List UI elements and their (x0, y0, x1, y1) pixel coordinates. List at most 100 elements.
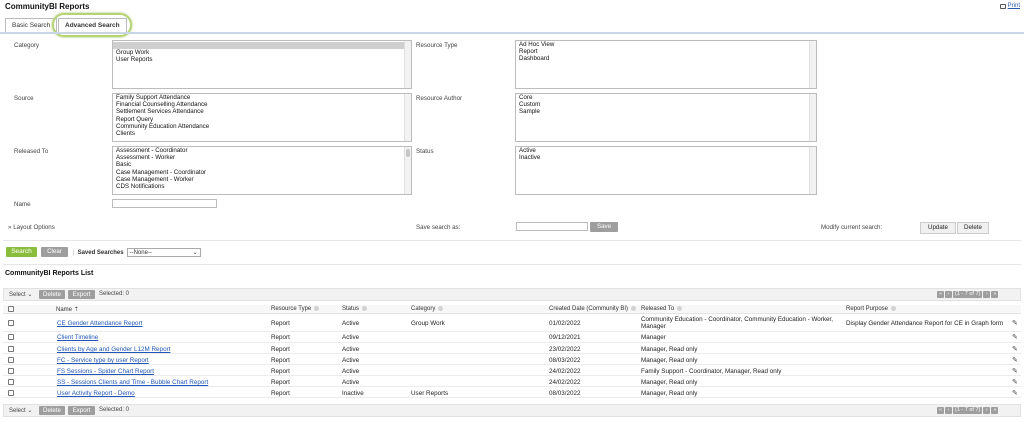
report-name-link[interactable]: FS Sessions - Spider Chart Report (57, 368, 154, 375)
update-button[interactable]: Update (920, 222, 956, 234)
scrollbar-thumb[interactable] (406, 149, 410, 157)
resource-type-option[interactable]: Ad Hoc View (516, 41, 816, 48)
category-option[interactable]: User Reports (113, 56, 411, 63)
report-name-link[interactable]: SS - Sessions Clients and Time - Bubble … (57, 379, 208, 386)
category-option[interactable]: Group Work (113, 49, 411, 56)
scrollbar[interactable] (809, 41, 816, 88)
resource-author-label: Resource Author (416, 95, 463, 102)
row-checkbox[interactable] (8, 346, 14, 352)
next-page-icon[interactable]: › (983, 291, 991, 298)
search-button[interactable]: Search (6, 247, 37, 257)
edit-pencil-icon[interactable]: ✎ (1012, 333, 1018, 341)
released-to-option[interactable]: Basic (113, 161, 411, 168)
saved-searches-label: Saved Searches (77, 249, 124, 256)
select-all-checkbox[interactable] (8, 306, 14, 312)
released-to-option[interactable]: Case Management - Coordinator (113, 169, 411, 176)
table-row[interactable] (3, 332, 1021, 343)
saved-searches-select[interactable]: --None-- ⌄ (126, 248, 201, 257)
select-dropdown[interactable]: Select ⌄ (9, 291, 32, 298)
export-button[interactable]: Export (68, 290, 95, 299)
prev-page-icon[interactable]: ‹ (945, 291, 952, 298)
col-released-to[interactable]: Released To (641, 306, 683, 312)
status-option[interactable]: Inactive (516, 154, 816, 161)
row-checkbox[interactable] (8, 368, 14, 374)
source-listbox[interactable]: Family Support Attendance Financial Coun… (112, 93, 412, 142)
cell-status: Inactive (342, 390, 364, 397)
row-checkbox[interactable] (8, 334, 14, 340)
row-checkbox[interactable] (8, 379, 14, 385)
table-row[interactable] (3, 365, 1021, 376)
report-name-link[interactable]: Client Timeline (57, 334, 98, 341)
first-page-icon[interactable]: « (937, 407, 944, 414)
source-option[interactable]: Report Query (113, 116, 411, 123)
sort-icon (438, 306, 444, 311)
scrollbar[interactable] (404, 41, 411, 88)
resource-author-option[interactable]: Sample (516, 108, 816, 115)
edit-pencil-icon[interactable]: ✎ (1012, 319, 1018, 327)
col-report-purpose[interactable]: Report Purpose (846, 306, 897, 312)
released-to-option[interactable]: Assessment - Coordinator (113, 147, 411, 154)
resource-author-listbox[interactable]: Core Custom Sample (515, 93, 817, 142)
source-option[interactable]: Settlement Services Attendance (113, 108, 411, 115)
first-page-icon[interactable]: « (937, 291, 944, 298)
row-checkbox[interactable] (8, 390, 14, 396)
delete-search-button[interactable]: Delete (957, 222, 989, 234)
resource-type-listbox[interactable]: Ad Hoc View Report Dashboard (515, 40, 817, 89)
export-button-bottom[interactable]: Export (68, 406, 95, 415)
released-to-option[interactable]: CDS Notifications (113, 183, 411, 190)
category-listbox[interactable]: Group Work User Reports (112, 40, 412, 89)
table-row[interactable] (3, 387, 1021, 398)
report-name-link[interactable]: Clients by Age and Gender L12M Report (57, 346, 170, 353)
last-page-icon[interactable]: » (991, 291, 999, 298)
report-name-link[interactable]: FC - Service type by user Report (57, 357, 149, 364)
col-status[interactable]: Status (342, 306, 368, 312)
category-option-blank[interactable] (113, 42, 411, 49)
col-name[interactable]: Name ⇡ (56, 306, 79, 313)
resource-author-option[interactable]: Core (516, 94, 816, 101)
tab-basic-search[interactable]: Basic Search (5, 18, 58, 33)
row-checkbox[interactable] (8, 357, 14, 363)
source-option[interactable]: Financial Counselling Attendance (113, 101, 411, 108)
save-search-input[interactable] (516, 222, 588, 231)
row-checkbox[interactable] (8, 320, 14, 326)
resource-author-option[interactable]: Custom (516, 101, 816, 108)
scrollbar[interactable] (809, 147, 816, 194)
edit-pencil-icon[interactable]: ✎ (1012, 389, 1018, 397)
clear-button[interactable]: Clear (41, 247, 68, 257)
scrollbar[interactable] (404, 147, 411, 194)
col-created-date[interactable]: Created Date (Community BI) (549, 306, 637, 312)
next-page-icon[interactable]: › (983, 407, 991, 414)
scrollbar[interactable] (404, 94, 411, 141)
name-input[interactable] (112, 199, 217, 208)
selected-count-bottom: Selected: 0 (99, 407, 130, 413)
scrollbar[interactable] (809, 94, 816, 141)
edit-pencil-icon[interactable]: ✎ (1012, 345, 1018, 353)
report-name-link[interactable]: CE Gender Attendance Report (57, 320, 142, 327)
resource-type-option[interactable]: Report (516, 48, 816, 55)
table-row[interactable] (3, 354, 1021, 365)
source-option[interactable]: Community Education Attendance (113, 123, 411, 130)
col-resource-type[interactable]: Resource Type (271, 306, 320, 312)
select-dropdown-bottom[interactable]: Select ⌄ (9, 407, 32, 414)
status-option[interactable]: Active (516, 147, 816, 154)
delete-button-bottom[interactable]: Delete (39, 406, 65, 415)
edit-pencil-icon[interactable]: ✎ (1012, 378, 1018, 386)
col-category[interactable]: Category (411, 306, 444, 312)
status-listbox[interactable]: Active Inactive (515, 146, 817, 195)
layout-options-toggle[interactable]: » Layout Options (8, 224, 55, 231)
print-link[interactable]: Print (999, 3, 1020, 9)
delete-button[interactable]: Delete (39, 290, 65, 299)
source-option[interactable]: Family Support Attendance (113, 94, 411, 101)
source-option[interactable]: Clients (113, 130, 411, 137)
edit-pencil-icon[interactable]: ✎ (1012, 367, 1018, 375)
prev-page-icon[interactable]: ‹ (945, 407, 952, 414)
resource-type-option[interactable]: Dashboard (516, 55, 816, 62)
released-to-listbox[interactable]: Assessment - Coordinator Assessment - Wo… (112, 146, 412, 195)
report-name-link[interactable]: User Activity Report - Demo (57, 390, 135, 397)
edit-pencil-icon[interactable]: ✎ (1012, 356, 1018, 364)
save-button[interactable]: Save (590, 222, 618, 232)
chevron-down-icon: ⌄ (27, 292, 33, 298)
released-to-option[interactable]: Assessment - Worker (113, 154, 411, 161)
released-to-option[interactable]: Case Management - Worker (113, 176, 411, 183)
last-page-icon[interactable]: » (991, 407, 999, 414)
